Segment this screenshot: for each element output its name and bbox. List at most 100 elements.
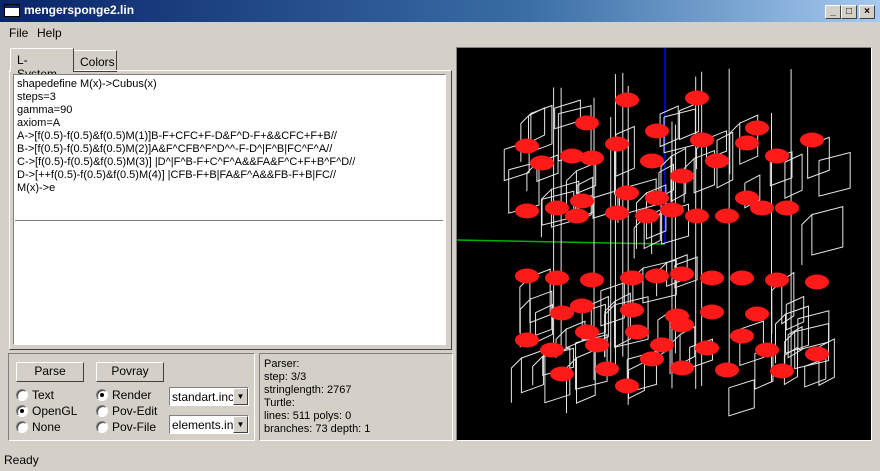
sphere-mark xyxy=(580,272,604,288)
tab-colors[interactable]: Colors xyxy=(73,50,117,72)
close-icon[interactable]: × xyxy=(859,5,875,19)
editor-line: D->[++f(0.5)-f(0.5)&f(0.5)M(4)] |CFB-F+B… xyxy=(17,169,337,181)
sphere-mark xyxy=(575,324,599,340)
editor-line: M(x)->e xyxy=(17,182,56,194)
wireframe-segment xyxy=(728,379,755,417)
sphere-mark xyxy=(750,200,774,216)
sphere-mark xyxy=(615,92,639,108)
lsystem-editor[interactable]: shapedefine M(x)->Cubus(x) steps=3 gamma=9… xyxy=(13,74,446,345)
sphere-mark xyxy=(595,361,619,377)
info-line: Parser: xyxy=(264,358,300,370)
sphere-mark xyxy=(560,148,584,164)
include-select[interactable]: standart.inc ▼ xyxy=(169,387,249,406)
editor-text: shapedefine M(x)->Cubus(x) steps=3 gamma=9… xyxy=(17,78,355,195)
radio-pov-file-dot xyxy=(96,421,108,433)
sphere-mark xyxy=(765,148,789,164)
sphere-mark xyxy=(580,150,604,166)
sphere-mark xyxy=(805,274,829,290)
sphere-mark xyxy=(650,337,674,353)
sphere-mark xyxy=(645,190,669,206)
sphere-mark xyxy=(515,138,539,154)
sphere-mark xyxy=(745,120,769,136)
sphere-mark xyxy=(565,208,589,224)
sphere-mark xyxy=(570,298,594,314)
sphere-mark xyxy=(620,270,644,286)
sphere-mark xyxy=(685,208,709,224)
sphere-mark xyxy=(670,266,694,282)
sphere-mark xyxy=(515,203,539,219)
editor-line: steps=3 xyxy=(17,91,56,103)
sphere-mark xyxy=(570,193,594,209)
sphere-mark xyxy=(615,378,639,394)
editor-line: shapedefine M(x)->Cubus(x) xyxy=(17,78,157,90)
elements-select[interactable]: elements.inc ▼ xyxy=(169,415,249,434)
wireframe-segment xyxy=(784,153,803,200)
editor-line: B->[f(0.5)-f(0.5)&f(0.5)M(2)]A&F^CFB^F^D… xyxy=(17,143,333,155)
sphere-mark xyxy=(550,366,574,382)
radio-opengl-dot xyxy=(16,405,28,417)
sphere-mark xyxy=(800,132,824,148)
sphere-mark xyxy=(585,337,609,353)
sphere-mark xyxy=(685,90,709,106)
sphere-mark xyxy=(615,185,639,201)
wireframe-segment xyxy=(566,349,596,414)
parse-button[interactable]: Parse xyxy=(16,362,84,382)
radio-none-dot xyxy=(16,421,28,433)
info-text: Parser: step: 3/3 stringlength: 2767 Turtle… xyxy=(264,358,370,436)
sphere-mark xyxy=(700,270,724,286)
wireframe-segment xyxy=(520,104,553,162)
window-title: mengersponge2.lin xyxy=(24,3,135,17)
menu-help[interactable]: Help xyxy=(37,26,62,40)
sphere-mark xyxy=(805,346,829,362)
tab-lsystem[interactable]: L-System xyxy=(10,48,74,81)
sphere-mark xyxy=(640,351,664,367)
info-line: stringlength: 2767 xyxy=(264,384,352,396)
sphere-mark xyxy=(545,270,569,286)
editor-line: C->[f(0.5)-f(0.5)&f(0.5)M(3)] |D^|F^B-F+… xyxy=(17,156,356,168)
editor-line: gamma=90 xyxy=(17,104,73,116)
menger-sponge-render xyxy=(457,48,851,417)
chevron-down-icon[interactable]: ▼ xyxy=(233,416,248,433)
menu-file[interactable]: File xyxy=(9,26,28,40)
control-panel: Parse Povray Text OpenGL None Render Pov… xyxy=(8,353,255,441)
chevron-down-icon[interactable]: ▼ xyxy=(233,388,248,405)
sphere-mark xyxy=(735,135,759,151)
sphere-mark xyxy=(775,200,799,216)
info-line: branches: 73 depth: 1 xyxy=(264,423,371,435)
sphere-mark xyxy=(605,205,629,221)
sphere-mark xyxy=(715,208,739,224)
sphere-mark xyxy=(625,324,649,340)
info-line: step: 3/3 xyxy=(264,371,307,383)
info-line: Turtle: xyxy=(264,397,295,409)
editor-line: axiom=A xyxy=(17,117,61,129)
radio-text-dot xyxy=(16,389,28,401)
sphere-mark xyxy=(660,202,684,218)
sphere-mark xyxy=(670,360,694,376)
sphere-mark xyxy=(695,340,719,356)
maximize-icon[interactable]: □ xyxy=(841,5,857,19)
sphere-mark xyxy=(755,342,779,358)
info-panel: Parser: step: 3/3 stringlength: 2767 Turtle… xyxy=(259,353,453,441)
minimize-icon[interactable]: _ xyxy=(825,5,841,19)
sphere-mark xyxy=(575,115,599,131)
wireframe-segment xyxy=(818,151,851,197)
opengl-viewport[interactable] xyxy=(456,47,872,441)
sphere-mark xyxy=(670,168,694,184)
sphere-mark xyxy=(670,317,694,333)
sphere-mark xyxy=(605,136,629,152)
sphere-mark xyxy=(645,123,669,139)
sphere-mark xyxy=(705,153,729,169)
info-line: lines: 511 polys: 0 xyxy=(264,410,352,422)
povray-button[interactable]: Povray xyxy=(96,362,164,382)
wireframe-segment xyxy=(804,357,827,388)
sphere-mark xyxy=(540,342,564,358)
sphere-mark xyxy=(515,332,539,348)
sphere-mark xyxy=(635,208,659,224)
editor-line: A->[f(0.5)-f(0.5)&f(0.5)M(1)]B-F+CFC+F-D… xyxy=(17,130,337,142)
sphere-mark xyxy=(700,304,724,320)
sphere-mark xyxy=(770,363,794,379)
editor-separator xyxy=(15,220,443,221)
sphere-mark xyxy=(765,272,789,288)
radio-render-dot xyxy=(96,389,108,401)
title-bar: mengersponge2.lin _ □ × xyxy=(0,0,880,22)
